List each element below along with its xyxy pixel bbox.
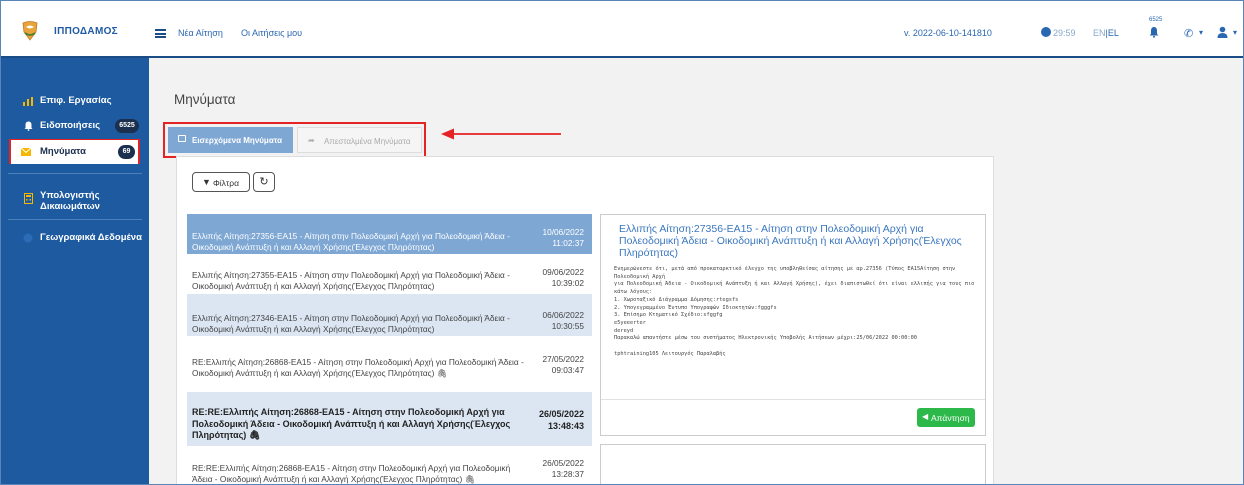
- nav-my-applications[interactable]: Οι Αιτήσεις μου: [241, 28, 302, 38]
- message-detail-next: [600, 444, 986, 484]
- clock-icon: [1041, 27, 1051, 37]
- filter-button[interactable]: ▼ Φίλτρα: [192, 172, 250, 192]
- chevron-down-icon[interactable]: ▾: [1233, 28, 1237, 37]
- table-row[interactable]: Ελλιπής Αίτηση:27356-ΕΑ15 - Αίτηση στην …: [187, 214, 592, 254]
- message-time-value: 10:39:02: [551, 278, 584, 288]
- message-subject: Ελλιπής Αίτηση:27356-ΕΑ15 - Αίτηση στην …: [192, 231, 510, 252]
- message-date-value: 26/05/2022: [538, 409, 584, 419]
- message-subject: RE:RE:Ελλιπής Αίτηση:26868-ΕΑ15 - Αίτηση…: [192, 407, 532, 442]
- message-subject: RE:Ελλιπής Αίτηση:26868-ΕΑ15 - Αίτηση στ…: [192, 357, 532, 378]
- list-icon: [155, 29, 166, 38]
- message-subject-text: RE:RE:Ελλιπής Αίτηση:26868-ΕΑ15 - Αίτηση…: [192, 463, 511, 484]
- message-date: 06/06/2022 10:30:55: [542, 310, 584, 332]
- bell-icon[interactable]: [1149, 26, 1159, 38]
- notifications-badge: 6525: [115, 119, 139, 133]
- message-date-value: 26/05/2022: [542, 458, 584, 468]
- message-subject: RE:RE:Ελλιπής Αίτηση:26868-ΕΑ15 - Αίτηση…: [192, 463, 532, 484]
- table-row[interactable]: Ελλιπής Αίτηση:27346-ΕΑ15 - Αίτηση στην …: [187, 294, 592, 336]
- annotation-arrow: [441, 128, 561, 140]
- message-time-value: 13:48:43: [547, 421, 584, 431]
- chevron-down-icon[interactable]: ▾: [1199, 28, 1203, 37]
- language-switcher[interactable]: EN|EL: [1093, 28, 1119, 38]
- table-row[interactable]: RE:RE:Ελλιπής Αίτηση:26868-ΕΑ15 - Αίτηση…: [187, 392, 592, 446]
- calculator-icon: [24, 193, 33, 204]
- message-date: 26/05/2022 13:48:43: [539, 408, 584, 432]
- table-row[interactable]: RE:Ελλιπής Αίτηση:26868-ΕΑ15 - Αίτηση στ…: [187, 336, 592, 392]
- lang-el[interactable]: EL: [1108, 28, 1119, 38]
- message-date-value: 10/06/2022: [542, 227, 584, 237]
- reply-button[interactable]: ◀ Απάντηση: [917, 408, 975, 427]
- detail-divider: [601, 399, 985, 400]
- message-date: 09/06/2022 10:39:02: [542, 267, 584, 289]
- sidebar-item-notifications[interactable]: Ειδοποιήσεις 6525: [1, 114, 149, 138]
- message-date: 26/05/2022 13:28:37: [542, 458, 584, 480]
- envelope-icon: [21, 148, 31, 156]
- sidebar-item-geo-data[interactable]: Γεωγραφικά Δεδομένα: [1, 226, 149, 250]
- paperclip-icon: 🖇: [464, 473, 476, 484]
- bell-icon: [24, 121, 33, 131]
- sidebar-divider: [8, 173, 142, 174]
- top-bar: ΙΠΠΟΔΑΜΟΣ Νέα Αίτηση Οι Αιτήσεις μου v. …: [1, 1, 1243, 58]
- paperclip-icon: 🖇: [248, 430, 261, 440]
- sidebar-item-label: Ειδοποιήσεις: [40, 120, 101, 131]
- tab-sent[interactable]: ➦ Απεσταλμένα Μηνύματα: [297, 127, 422, 153]
- messages-badge: 69: [118, 145, 135, 159]
- message-time-value: 09:03:47: [551, 365, 584, 375]
- sidebar-item-label: Υπολογιστής Δικαιωμάτων: [40, 190, 100, 212]
- sidebar-item-label: Μηνύματα: [40, 146, 86, 157]
- paperclip-icon: 🖇: [436, 367, 448, 378]
- tab-inbox[interactable]: Εισερχόμενα Μηνύματα: [168, 127, 293, 153]
- message-subject-text: RE:Ελλιπής Αίτηση:26868-ΕΑ15 - Αίτηση στ…: [192, 357, 524, 378]
- app-brand[interactable]: ΙΠΠΟΔΑΜΟΣ: [54, 26, 118, 37]
- share-arrow-icon: ➦: [308, 136, 315, 145]
- send-icon: ◀: [922, 412, 929, 421]
- inbox-icon: [178, 135, 186, 142]
- lang-en[interactable]: EN: [1093, 28, 1106, 38]
- message-date-value: 06/06/2022: [542, 310, 584, 320]
- message-date-value: 27/05/2022: [542, 354, 584, 364]
- cyprus-emblem-icon[interactable]: [20, 19, 40, 41]
- page-title: Μηνύματα: [174, 92, 236, 107]
- table-row[interactable]: Ελλιπής Αίτηση:27355-ΕΑ15 - Αίτηση στην …: [187, 254, 592, 294]
- sidebar-item-calculator[interactable]: Υπολογιστής Δικαιωμάτων: [1, 184, 149, 216]
- message-time-value: 10:30:55: [551, 321, 584, 331]
- phone-icon[interactable]: ✆: [1184, 27, 1193, 40]
- message-date: 27/05/2022 09:03:47: [542, 354, 584, 376]
- sidebar-item-label: Επιφ. Εργασίας: [40, 95, 112, 106]
- sidebar-item-messages[interactable]: Μηνύματα 69: [11, 140, 138, 164]
- table-row[interactable]: RE:RE:Ελλιπής Αίτηση:26868-ΕΑ15 - Αίτηση…: [187, 446, 592, 484]
- sidebar-item-label: Γεωγραφικά Δεδομένα: [40, 232, 142, 243]
- message-date: 10/06/2022 11:02:37: [542, 227, 584, 249]
- message-subject: Ελλιπής Αίτηση:27346-ΕΑ15 - Αίτηση στην …: [192, 313, 510, 334]
- user-icon[interactable]: [1217, 26, 1228, 38]
- detail-title: Ελλιπής Αίτηση:27356-ΕΑ15 - Αίτηση στην …: [619, 223, 962, 259]
- sidebar-item-dashboard[interactable]: Επιφ. Εργασίας: [1, 89, 149, 113]
- filter-label: Φίλτρα: [213, 178, 240, 188]
- bar-chart-icon: [23, 97, 33, 106]
- refresh-button[interactable]: ↻: [253, 172, 275, 192]
- app-window: ΙΠΠΟΔΑΜΟΣ Νέα Αίτηση Οι Αιτήσεις μου v. …: [0, 0, 1244, 485]
- detail-body: Ενημερώνεστε ότι, μετά από προκαταρκτικό…: [614, 266, 975, 357]
- globe-icon: [23, 233, 33, 243]
- sidebar-divider: [8, 219, 142, 220]
- message-subject-text: RE:RE:Ελλιπής Αίτηση:26868-ΕΑ15 - Αίτηση…: [192, 407, 511, 440]
- message-subject: Ελλιπής Αίτηση:27355-ΕΑ15 - Αίτηση στην …: [192, 270, 510, 291]
- notifications-count: 6525: [1149, 17, 1163, 23]
- tab-sent-label: Απεσταλμένα Μηνύματα: [324, 137, 411, 146]
- nav-new-application[interactable]: Νέα Αίτηση: [178, 28, 223, 38]
- session-timer: 29:59: [1053, 28, 1076, 38]
- tab-inbox-label: Εισερχόμενα Μηνύματα: [192, 136, 282, 145]
- message-date-value: 09/06/2022: [542, 267, 584, 277]
- message-time-value: 13:28:37: [551, 469, 584, 479]
- refresh-icon: ↻: [259, 176, 269, 188]
- message-time-value: 11:02:37: [552, 238, 584, 248]
- version-label: v. 2022-06-10-141810: [904, 28, 992, 38]
- reply-label: Απάντηση: [931, 413, 970, 423]
- filter-icon: ▼: [202, 177, 211, 187]
